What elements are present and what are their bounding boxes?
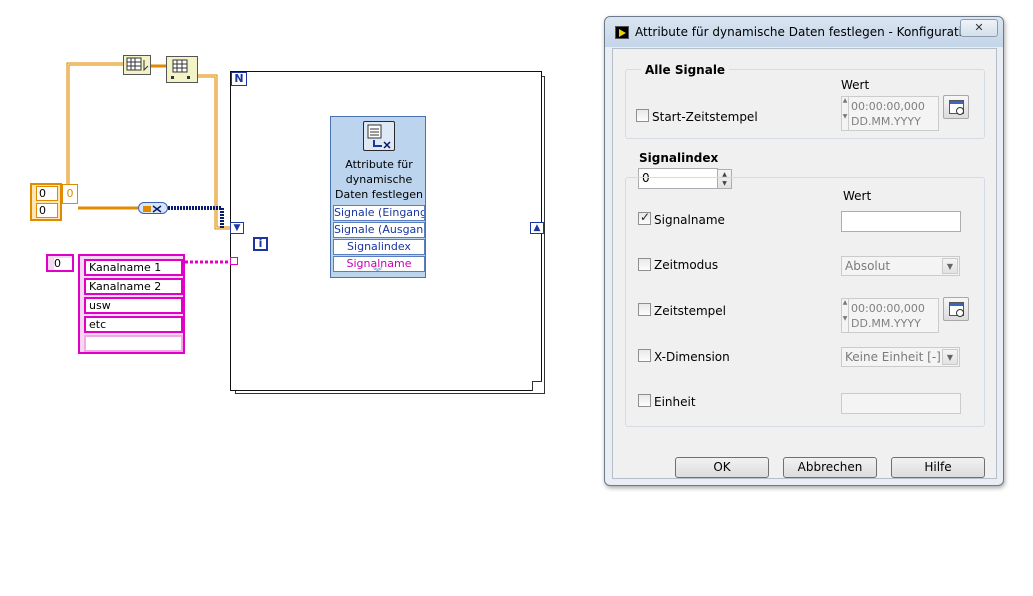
timestamp-spinner[interactable]: ▲ ▼ [842,299,849,332]
loop-count-terminal[interactable]: N [231,72,247,86]
x-dimension-select[interactable]: Keine Einheit [-] ▼ [841,347,960,367]
einheit-input[interactable] [841,393,961,414]
start-zeitstempel-field[interactable]: ▲ ▼ 00:00:00,000 DD.MM.YYYY [841,96,939,131]
string-array-item[interactable]: etc [84,316,183,333]
dialog-title: Attribute für dynamische Daten festlegen… [635,25,977,39]
dialog-title-bar[interactable]: Attribute für dynamische Daten festlegen… [605,17,1003,47]
orange-wire-top [66,62,124,200]
numeric-constant-1[interactable]: 0 [36,186,58,201]
terminal-signal-index[interactable]: Signalindex [333,239,425,255]
to-dynamic-data-node[interactable] [138,202,168,214]
iteration-terminal[interactable]: i [253,237,268,251]
calendar-clock-icon [949,100,964,115]
start-zeitstempel-checkbox[interactable] [636,109,649,122]
x-dimension-checkbox[interactable] [638,349,651,362]
chevron-down-icon[interactable]: ▼ [942,258,958,274]
signalindex-header: Signalindex [639,151,719,165]
dialog-client-area: Alle Signale Wert Start-Zeitstempel ▲ ▼ 0… [612,48,997,479]
einheit-checkbox[interactable] [638,394,651,407]
start-time-value: 00:00:00,000 [851,100,925,113]
calendar-clock-icon [949,302,964,317]
zeitmodus-value: Absolut [845,259,891,273]
zeitmodus-label: Zeitmodus [654,258,719,272]
signalname-checkbox[interactable] [638,210,651,225]
shift-register-right[interactable]: ▲ [530,222,544,234]
signalname-label: Signalname [654,213,725,227]
terminal-signals-out[interactable]: Signale (Ausgang) [333,222,425,238]
convert-icon [143,205,162,213]
string-array-index-frame: 0 [46,254,74,272]
express-vi-icon [363,121,395,151]
string-array-constant: Kanalname 1 Kanalname 2 usw etc [78,254,185,354]
time-value: 00:00:00,000 [851,302,925,315]
numeric-constant-2[interactable]: 0 [36,203,58,218]
x-dimension-value: Keine Einheit [-] [845,350,941,364]
loop-resize-corner[interactable] [532,381,542,391]
x-dimension-label: X-Dimension [654,350,730,364]
zeitstempel-checkbox[interactable] [638,303,651,316]
orange-wire-to-loop-inner [198,75,230,229]
array-index-icon [171,59,190,79]
start-date-value: DD.MM.YYYY [851,115,921,128]
express-vi-set-dynamic-data-attributes[interactable]: Attribute für dynamische Daten festlegen… [330,116,426,278]
chevron-down-icon[interactable]: ▼ [942,349,958,365]
string-array-item[interactable] [84,335,183,352]
zeitmodus-checkbox[interactable] [638,258,651,271]
shift-register-left[interactable]: ▼ [230,222,244,234]
indexing-tunnel[interactable] [230,257,238,265]
string-array-index[interactable]: 0 [54,258,72,270]
timestamp-spinner[interactable]: ▲ ▼ [842,97,849,130]
labview-app-icon [615,26,629,39]
orange-wire-top-inner [67,63,124,200]
dynamic-wire-in [168,206,224,228]
zeitstempel-label: Zeitstempel [654,304,727,318]
zeitstempel-field[interactable]: ▲ ▼ 00:00:00,000 DD.MM.YYYY [841,298,939,333]
string-array-item[interactable]: Kanalname 1 [84,259,183,276]
string-array-item[interactable]: usw [84,297,183,314]
express-vi-title: Attribute für dynamische Daten festlegen [335,158,423,201]
string-array-item[interactable]: Kanalname 2 [84,278,183,295]
ok-button[interactable]: OK [675,457,769,478]
terminal-signals-in[interactable]: Signale (Eingang) [333,205,425,221]
signalindex-wert-label: Wert [843,189,872,203]
build-array-node[interactable] [123,55,151,75]
close-button[interactable]: ✕ [960,19,998,37]
zeitmodus-select[interactable]: Absolut ▼ [841,256,960,276]
zeitstempel-calendar-button[interactable] [943,297,969,321]
alle-signale-wert-label: Wert [841,78,870,92]
array-grid-icon [126,57,149,72]
start-calendar-button[interactable] [943,95,969,119]
expand-chevron-icon[interactable]: ︾ [373,265,382,278]
orange-wire-to-loop [198,74,230,230]
numeric-array-index[interactable]: 0 [62,184,78,204]
configuration-dialog: Attribute für dynamische Daten festlegen… [604,16,1004,486]
start-zeitstempel-label: Start-Zeitstempel [652,110,758,124]
help-button[interactable]: Hilfe [891,457,985,478]
cancel-button[interactable]: Abbrechen [783,457,877,478]
einheit-label: Einheit [654,395,696,409]
signalname-input[interactable] [841,211,961,232]
array-size-node[interactable] [166,56,198,83]
date-value: DD.MM.YYYY [851,317,921,330]
alle-signale-header: Alle Signale [641,63,730,77]
